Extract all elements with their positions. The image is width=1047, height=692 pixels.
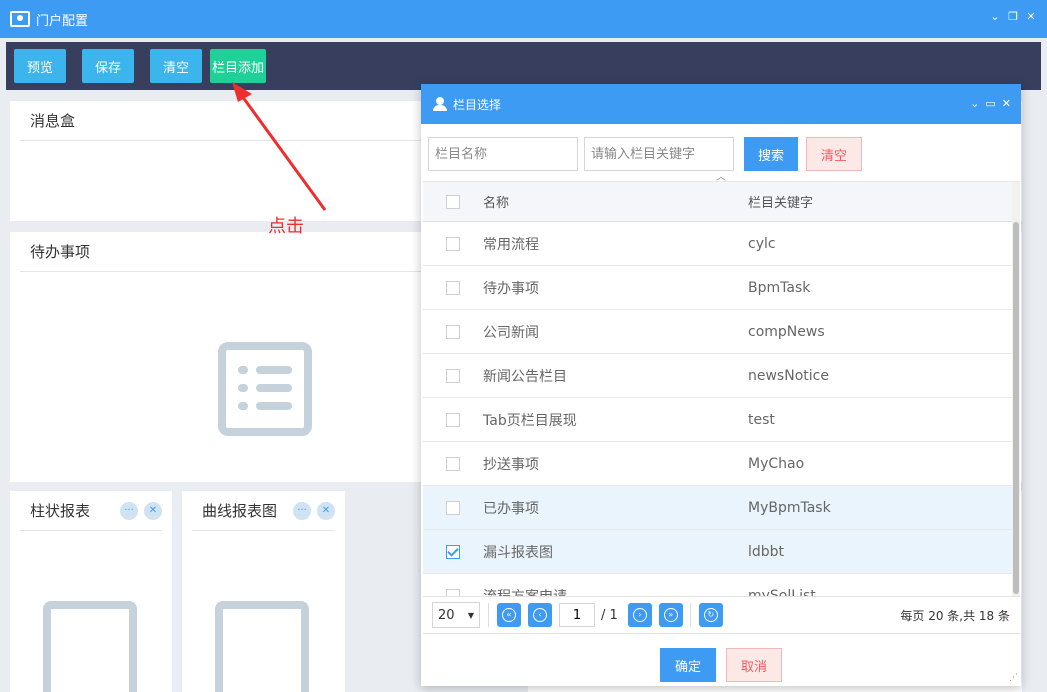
table-row[interactable]: 已办事项 MyBpmTask <box>423 486 1020 530</box>
maximize-icon[interactable]: ▭ <box>985 97 995 110</box>
row-name: 公司新闻 <box>483 324 539 341</box>
table-row[interactable]: 常用流程 cylc <box>423 222 1020 266</box>
grid-scrollbar[interactable] <box>1012 182 1020 597</box>
confirm-button[interactable]: 确定 <box>659 648 716 682</box>
panel-title: 柱状报表 <box>30 502 91 520</box>
dialog-controls: ⌄ ▭ ✕ <box>970 97 1011 110</box>
first-page-button[interactable]: « <box>497 603 521 627</box>
cancel-button[interactable]: 取消 <box>726 648 783 682</box>
last-page-icon: » <box>663 608 678 622</box>
row-checkbox[interactable] <box>446 280 460 295</box>
first-page-icon: « <box>502 608 516 622</box>
header-key: 栏目关键字 <box>748 196 814 211</box>
page-number-input[interactable] <box>559 603 595 627</box>
column-key-input[interactable] <box>584 137 734 171</box>
dialog-title: 栏目选择 <box>453 97 502 112</box>
row-key: compNews <box>748 323 825 340</box>
close-icon[interactable]: ✕ <box>317 501 335 520</box>
row-key: test <box>748 411 775 428</box>
row-key: cylc <box>748 235 776 252</box>
refresh-button[interactable]: ↻ <box>698 603 723 627</box>
row-name: 新闻公告栏目 <box>483 368 567 385</box>
chart-placeholder-icon <box>215 601 309 692</box>
dialog-footer: 确定 取消 <box>421 648 1021 682</box>
table-row[interactable]: 新闻公告栏目 newsNotice <box>423 354 1020 398</box>
bar-report-panel: 柱状报表 ··· ✕ <box>10 491 172 692</box>
total-pages: / 1 <box>601 607 618 623</box>
row-name: 常用流程 <box>483 236 539 253</box>
collapse-icon[interactable]: ⌄ <box>989 10 1001 23</box>
row-checkbox[interactable] <box>446 456 460 471</box>
collapse-icon[interactable]: ⌄ <box>970 97 979 110</box>
row-name: 待办事项 <box>483 280 539 297</box>
column-select-dialog: 栏目选择 ⌄ ▭ ✕ 搜索 清空 ︿ 名称 栏目关键字 常用流程cylc待办事项… <box>421 84 1021 686</box>
close-icon[interactable]: ✕ <box>144 501 162 520</box>
chevron-down-icon: ▼ <box>467 610 474 620</box>
add-column-button[interactable]: 栏目添加 <box>210 49 267 83</box>
search-bar: 搜索 清空 <box>428 137 863 171</box>
next-page-button[interactable]: › <box>627 603 652 627</box>
table-row[interactable]: 流程方案申请 mySolList <box>423 574 1020 597</box>
prev-page-icon: ‹ <box>533 608 547 622</box>
row-key: newsNotice <box>748 367 829 384</box>
user-icon <box>433 97 447 111</box>
more-icon[interactable]: ··· <box>293 501 311 520</box>
row-checkbox[interactable] <box>446 544 460 559</box>
close-icon[interactable]: ✕ <box>1002 97 1011 110</box>
list-placeholder-icon <box>218 342 312 436</box>
page-size-select[interactable]: 20 ▼ <box>432 602 480 628</box>
pagination-info: 每页 20 条,共 18 条 <box>900 608 1010 623</box>
table-row[interactable]: 待办事项 BpmTask <box>423 266 1020 310</box>
prev-page-button[interactable]: ‹ <box>528 603 552 627</box>
portal-config-icon <box>10 11 30 27</box>
row-checkbox[interactable] <box>446 412 460 427</box>
clear-button[interactable]: 清空 <box>150 49 203 83</box>
close-icon[interactable]: ✕ <box>1025 10 1037 23</box>
save-button[interactable]: 保存 <box>82 49 135 83</box>
row-name: 漏斗报表图 <box>483 544 553 561</box>
row-checkbox[interactable] <box>446 500 460 515</box>
pagination-bar: 20 ▼ « ‹ / 1 › » ↻ 每页 20 条,共 18 条 <box>423 596 1020 634</box>
more-icon[interactable]: ··· <box>120 501 138 520</box>
panel-header: 柱状报表 ··· ✕ <box>20 491 162 531</box>
last-page-button[interactable]: » <box>658 603 683 627</box>
grid-header: 名称 栏目关键字 <box>423 182 1020 222</box>
window-title: 门户配置 <box>36 13 89 29</box>
table-row[interactable]: 漏斗报表图 ldbbt <box>423 530 1020 574</box>
next-page-icon: › <box>632 608 647 622</box>
column-grid: 名称 栏目关键字 常用流程 cylc 待办事项 BpmTask 公司新闻 compNews… <box>423 181 1020 597</box>
curve-report-panel: 曲线报表图 ··· ✕ <box>182 491 345 692</box>
row-checkbox[interactable] <box>446 324 460 339</box>
panel-title: 曲线报表图 <box>202 502 278 520</box>
preview-button[interactable]: 预览 <box>14 49 67 83</box>
select-all-checkbox[interactable] <box>446 194 460 209</box>
row-name: 已办事项 <box>483 500 539 517</box>
row-key: MyChao <box>748 455 805 472</box>
table-row[interactable]: Tab页栏目展现 test <box>423 398 1020 442</box>
resize-handle-icon[interactable]: ⋰ <box>1009 673 1018 683</box>
panel-header: 曲线报表图 ··· ✕ <box>192 491 335 531</box>
annotation-label: 点击 <box>268 216 304 237</box>
row-name: 抄送事项 <box>483 456 539 473</box>
main-toolbar: 预览 保存 清空 栏目添加 <box>6 42 1041 90</box>
row-checkbox[interactable] <box>446 236 460 251</box>
table-row[interactable]: 抄送事项 MyChao <box>423 442 1020 486</box>
window-controls: ⌄ ❐ ✕ <box>989 10 1037 23</box>
search-button[interactable]: 搜索 <box>744 137 799 171</box>
row-key: BpmTask <box>748 279 811 296</box>
column-name-input[interactable] <box>428 137 578 171</box>
refresh-icon: ↻ <box>703 608 718 622</box>
dialog-titlebar: 栏目选择 ⌄ ▭ ✕ <box>421 84 1021 124</box>
restore-icon[interactable]: ❐ <box>1007 10 1019 23</box>
row-checkbox[interactable] <box>446 368 460 383</box>
clear-search-button[interactable]: 清空 <box>806 137 863 171</box>
row-key: MyBpmTask <box>748 499 831 516</box>
row-name: Tab页栏目展现 <box>483 412 577 429</box>
chart-placeholder-icon <box>43 601 137 692</box>
window-titlebar: 门户配置 ⌄ ❐ ✕ <box>0 0 1047 38</box>
row-key: ldbbt <box>748 543 785 560</box>
table-row[interactable]: 公司新闻 compNews <box>423 310 1020 354</box>
header-name: 名称 <box>483 196 510 211</box>
